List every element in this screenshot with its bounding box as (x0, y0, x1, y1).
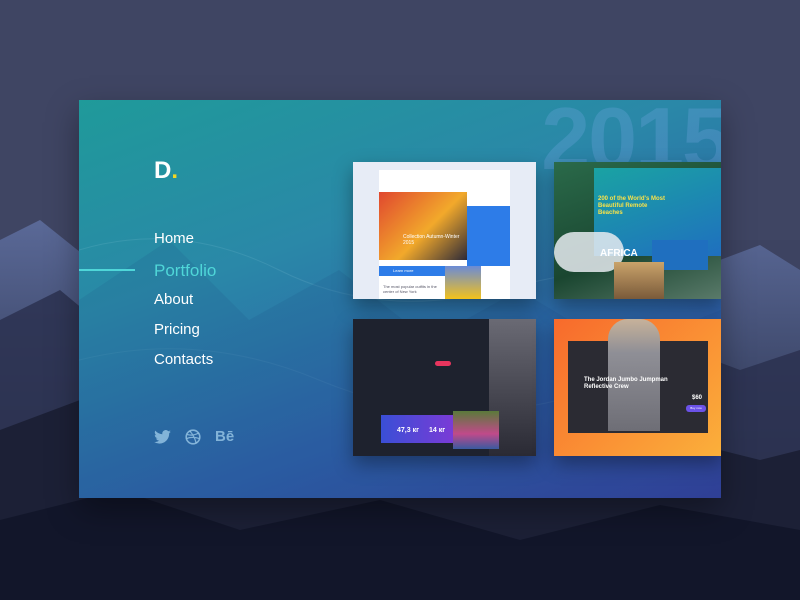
thumb-buy-button: Buy now (686, 405, 706, 412)
thumb-headline: 200 of the World's Most Beautiful Remote… (598, 196, 665, 216)
behance-icon[interactable]: Bē (215, 428, 234, 445)
portfolio-thumb-fitness[interactable]: 47,3 кг 14 кг (353, 319, 536, 456)
portfolio-thumb-fashion[interactable]: Collection Autumn-Winter 2015 Learn more… (353, 162, 536, 299)
thumb-product-title: The Jordan Jumbo Jumpman Reflective Crew (584, 377, 668, 390)
nav-item-pricing[interactable]: Pricing (154, 319, 216, 349)
thumb-animal-photo (614, 262, 664, 299)
thumb-stat-1: 47,3 кг (397, 427, 419, 434)
thumb-hero-image (379, 192, 467, 260)
social-links: Bē (154, 428, 234, 445)
logo-dot: . (171, 157, 179, 184)
thumb-group-photo (453, 411, 499, 449)
logo-letter: D (154, 157, 172, 184)
logo[interactable]: D. (154, 157, 178, 185)
twitter-icon[interactable] (154, 429, 171, 444)
thumb-caption: The most popular outfits in the center o… (383, 284, 437, 294)
nav-item-portfolio[interactable]: Portfolio (154, 258, 216, 289)
thumb-hero-title: Collection Autumn-Winter 2015 (403, 234, 460, 246)
thumb-button-label: Learn more (393, 268, 414, 273)
portfolio-thumb-travel[interactable]: 200 of the World's Most Beautiful Remote… (554, 162, 721, 299)
thumb-region-label: AFRICA (600, 248, 638, 259)
dribbble-icon[interactable] (185, 428, 201, 445)
thumb-model-photo (608, 319, 660, 431)
nav-item-about[interactable]: About (154, 289, 216, 319)
thumb-red-button (435, 361, 451, 366)
thumb-photo (445, 266, 481, 299)
nav-item-contacts[interactable]: Contacts (154, 349, 216, 379)
thumb-sidebar-panel (467, 206, 510, 266)
nav-item-home[interactable]: Home (154, 228, 216, 258)
thumb-price: $60 (692, 395, 703, 401)
thumb-stat-2: 14 кг (429, 427, 446, 434)
main-nav: Home Portfolio About Pricing Contacts (154, 228, 216, 379)
portfolio-card: 2015 D. Home Portfolio About Pricing Con… (79, 100, 721, 498)
active-nav-indicator (79, 269, 135, 271)
portfolio-thumb-shop[interactable]: The Jordan Jumbo Jumpman Reflective Crew… (554, 319, 721, 456)
